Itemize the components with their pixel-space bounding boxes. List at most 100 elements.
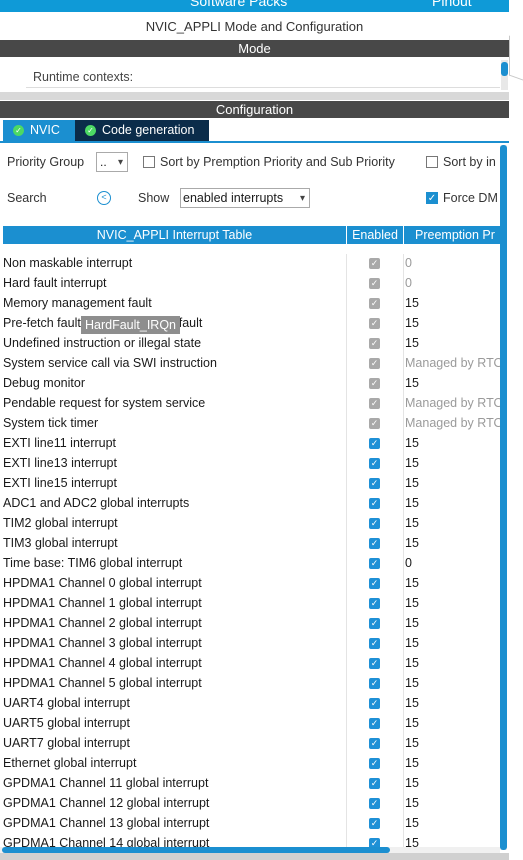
tab-nvic[interactable]: ✓ NVIC <box>3 120 75 141</box>
preemption-priority-cell[interactable]: 15 <box>405 776 505 790</box>
table-row[interactable]: System tick timer ✓ Managed by RTOS <box>0 414 509 434</box>
force-dma-checkbox[interactable]: ✓ <box>426 192 438 204</box>
enabled-checkbox[interactable]: ✓ <box>369 538 380 549</box>
preemption-priority-cell[interactable]: 15 <box>405 656 505 670</box>
preemption-priority-cell[interactable]: 15 <box>405 476 505 490</box>
enabled-checkbox[interactable]: ✓ <box>369 438 380 449</box>
table-vertical-scrollbar[interactable] <box>500 145 507 850</box>
preemption-priority-cell[interactable]: 0 <box>405 556 505 570</box>
preemption-priority-cell[interactable]: 15 <box>405 736 505 750</box>
table-row[interactable]: EXTI line11 interrupt ✓ 15 <box>0 434 509 454</box>
show-filter-select[interactable]: enabled interrupts ▾ <box>180 188 310 208</box>
enabled-checkbox[interactable]: ✓ <box>369 778 380 789</box>
table-row[interactable]: Pendable request for system service ✓ Mana… <box>0 394 509 414</box>
column-header-preemption[interactable]: Preemption Pr <box>404 226 505 244</box>
enabled-checkbox[interactable]: ✓ <box>369 638 380 649</box>
enabled-checkbox[interactable]: ✓ <box>369 378 380 389</box>
column-header-enabled[interactable]: Enabled <box>347 226 403 244</box>
preemption-priority-cell[interactable]: 15 <box>405 636 505 650</box>
preemption-priority-cell[interactable]: 0 <box>405 276 505 290</box>
enabled-checkbox[interactable]: ✓ <box>369 598 380 609</box>
preemption-priority-cell[interactable]: 15 <box>405 816 505 830</box>
table-row[interactable]: Non maskable interrupt ✓ 0 <box>0 254 509 274</box>
table-row[interactable]: Time base: TIM6 global interrupt ✓ 0 <box>0 554 509 574</box>
enabled-checkbox[interactable]: ✓ <box>369 458 380 469</box>
preemption-priority-cell[interactable]: 15 <box>405 456 505 470</box>
vertical-scrollbar-thumb[interactable] <box>500 145 507 850</box>
enabled-checkbox[interactable]: ✓ <box>369 698 380 709</box>
preemption-priority-cell[interactable]: 15 <box>405 516 505 530</box>
preemption-priority-cell[interactable]: 15 <box>405 676 505 690</box>
enabled-checkbox[interactable]: ✓ <box>369 578 380 589</box>
preemption-priority-cell[interactable]: 15 <box>405 536 505 550</box>
enabled-checkbox[interactable]: ✓ <box>369 338 380 349</box>
table-row[interactable]: ADC1 and ADC2 global interrupts ✓ 15 <box>0 494 509 514</box>
enabled-checkbox[interactable]: ✓ <box>369 818 380 829</box>
configuration-section-header[interactable]: Configuration <box>0 101 509 118</box>
table-row[interactable]: Pre-fetch fault, memory access fault✓15 <box>0 314 509 334</box>
mode-section-header[interactable]: Mode <box>0 40 509 57</box>
panel-splitter[interactable] <box>0 92 509 100</box>
column-header-interrupt[interactable]: NVIC_APPLI Interrupt Table <box>3 226 346 244</box>
table-row[interactable]: HPDMA1 Channel 0 global interrupt ✓ 15 <box>0 574 509 594</box>
table-row[interactable]: HPDMA1 Channel 1 global interrupt ✓ 15 <box>0 594 509 614</box>
preemption-priority-cell[interactable]: 15 <box>405 316 505 330</box>
enabled-checkbox[interactable]: ✓ <box>369 258 380 269</box>
table-row[interactable]: TIM2 global interrupt ✓ 15 <box>0 514 509 534</box>
table-row[interactable]: UART7 global interrupt ✓ 15 <box>0 734 509 754</box>
enabled-checkbox[interactable]: ✓ <box>369 558 380 569</box>
table-row[interactable]: EXTI line13 interrupt ✓ 15 <box>0 454 509 474</box>
pinout-menu[interactable]: Pinout <box>432 0 472 9</box>
table-row[interactable]: UART4 global interrupt ✓ 15 <box>0 694 509 714</box>
table-row[interactable]: GPDMA1 Channel 13 global interrupt ✓ 15 <box>0 814 509 834</box>
enabled-checkbox[interactable]: ✓ <box>369 358 380 369</box>
table-row[interactable]: HPDMA1 Channel 3 global interrupt ✓ 15 <box>0 634 509 654</box>
enabled-checkbox[interactable]: ✓ <box>369 758 380 769</box>
table-row[interactable]: UART5 global interrupt ✓ 15 <box>0 714 509 734</box>
preemption-priority-cell[interactable]: 15 <box>405 616 505 630</box>
preemption-priority-cell[interactable]: 15 <box>405 596 505 610</box>
table-row[interactable]: Debug monitor ✓ 15 <box>0 374 509 394</box>
table-row[interactable]: TIM3 global interrupt ✓ 15 <box>0 534 509 554</box>
preemption-priority-cell[interactable]: 0 <box>405 256 505 270</box>
mode-scrollbar[interactable] <box>501 60 508 90</box>
preemption-priority-cell[interactable]: Managed by RTOS <box>405 356 505 370</box>
enabled-checkbox[interactable]: ✓ <box>369 498 380 509</box>
table-row[interactable]: HPDMA1 Channel 5 global interrupt ✓ 15 <box>0 674 509 694</box>
enabled-checkbox[interactable]: ✓ <box>369 398 380 409</box>
preemption-priority-cell[interactable]: 15 <box>405 796 505 810</box>
preemption-priority-cell[interactable]: Managed by RTOS <box>405 396 505 410</box>
enabled-checkbox[interactable]: ✓ <box>369 658 380 669</box>
preemption-priority-cell[interactable]: Managed by RTOS <box>405 416 505 430</box>
table-row[interactable]: System service call via SWI instruction ✓… <box>0 354 509 374</box>
enabled-checkbox[interactable]: ✓ <box>369 798 380 809</box>
enabled-checkbox[interactable]: ✓ <box>369 718 380 729</box>
table-row[interactable]: HPDMA1 Channel 2 global interrupt ✓ 15 <box>0 614 509 634</box>
sort-by-checkbox[interactable] <box>426 156 438 168</box>
table-row[interactable]: Ethernet global interrupt ✓ 15 <box>0 754 509 774</box>
enabled-checkbox[interactable]: ✓ <box>369 678 380 689</box>
table-row[interactable]: Hard fault interrupt ✓ 0 <box>0 274 509 294</box>
preemption-priority-cell[interactable]: 15 <box>405 376 505 390</box>
enabled-checkbox[interactable]: ✓ <box>369 318 380 329</box>
priority-group-select[interactable]: .. ▾ <box>96 152 128 172</box>
preemption-priority-cell[interactable]: 15 <box>405 716 505 730</box>
table-row[interactable]: EXTI line15 interrupt ✓ 15 <box>0 474 509 494</box>
search-clear-icon[interactable]: < <box>97 191 111 205</box>
table-row[interactable]: Undefined instruction or illegal state ✓ 1… <box>0 334 509 354</box>
table-row[interactable]: HPDMA1 Channel 4 global interrupt ✓ 15 <box>0 654 509 674</box>
sort-premption-checkbox[interactable] <box>143 156 155 168</box>
enabled-checkbox[interactable]: ✓ <box>369 478 380 489</box>
enabled-checkbox[interactable]: ✓ <box>369 618 380 629</box>
tab-code-generation[interactable]: ✓ Code generation <box>75 120 209 141</box>
preemption-priority-cell[interactable]: 15 <box>405 576 505 590</box>
enabled-checkbox[interactable]: ✓ <box>369 418 380 429</box>
table-row[interactable]: GPDMA1 Channel 11 global interrupt ✓ 15 <box>0 774 509 794</box>
software-packs-menu[interactable]: Software Packs <box>190 0 287 9</box>
preemption-priority-cell[interactable]: 15 <box>405 296 505 310</box>
enabled-checkbox[interactable]: ✓ <box>369 738 380 749</box>
preemption-priority-cell[interactable]: 15 <box>405 496 505 510</box>
preemption-priority-cell[interactable]: 15 <box>405 336 505 350</box>
enabled-checkbox[interactable]: ✓ <box>369 298 380 309</box>
preemption-priority-cell[interactable]: 15 <box>405 756 505 770</box>
